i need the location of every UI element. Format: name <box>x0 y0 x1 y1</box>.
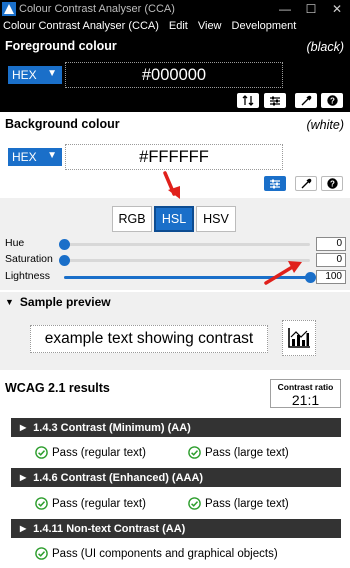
triangle-down-icon: ▼ <box>5 297 14 307</box>
swap-icon <box>242 95 254 106</box>
pass-result: Pass (large text) <box>188 497 289 510</box>
pass-label: Pass (regular text) <box>52 446 146 459</box>
check-circle-icon <box>35 446 48 459</box>
pass-result: Pass (large text) <box>188 446 289 459</box>
hue-label: Hue <box>5 237 25 249</box>
sample-preview-toggle[interactable]: ▼ Sample preview <box>0 292 350 312</box>
menu-bar: Colour Contrast Analyser (CCA) Edit View… <box>0 18 350 34</box>
pass-label: Pass (regular text) <box>52 497 146 510</box>
hue-slider-thumb[interactable] <box>59 239 70 250</box>
background-hex-input[interactable]: #FFFFFF <box>65 144 283 170</box>
triangle-right-icon: ▶ <box>20 524 27 533</box>
pass-result: Pass (UI components and graphical object… <box>35 547 278 560</box>
eyedropper-icon <box>301 178 311 189</box>
wcag-results-heading: WCAG 2.1 results <box>5 381 110 395</box>
lightness-slider-fill <box>64 276 310 279</box>
tab-rgb[interactable]: RGB <box>112 206 152 232</box>
contrast-ratio-box: Contrast ratio 21:1 <box>270 379 341 408</box>
saturation-slider[interactable] <box>59 255 310 266</box>
check-circle-icon <box>188 497 201 510</box>
help-icon: ? <box>326 178 338 189</box>
eyedropper-icon <box>301 95 311 106</box>
saturation-label: Saturation <box>5 253 53 265</box>
foreground-format-value: HEX <box>12 68 37 82</box>
background-panel: Background colour (white) HEX ▼ #FFFFFF … <box>0 112 350 198</box>
sample-preview-heading: Sample preview <box>19 295 111 309</box>
foreground-eyedropper-button[interactable] <box>295 93 317 108</box>
background-help-button[interactable]: ? <box>321 176 343 191</box>
criterion-title: 1.4.3 Contrast (Minimum) (AA) <box>33 421 191 434</box>
foreground-panel: Foreground colour (black) HEX ▼ #000000 … <box>0 34 350 112</box>
saturation-slider-row: Saturation 0 <box>0 253 350 267</box>
check-circle-icon <box>35 497 48 510</box>
menu-item-view[interactable]: View <box>194 20 228 32</box>
tab-hsv[interactable]: HSV <box>196 206 236 232</box>
lightness-input[interactable]: 100 <box>316 270 346 284</box>
window-title: Colour Contrast Analyser (CCA) <box>19 3 175 15</box>
bar-chart-icon <box>288 328 310 348</box>
menu-item-edit[interactable]: Edit <box>165 20 194 32</box>
close-button[interactable]: ✕ <box>324 0 350 18</box>
maximize-button[interactable]: ☐ <box>298 0 324 18</box>
saturation-slider-thumb[interactable] <box>59 255 70 266</box>
background-colour-name: (white) <box>306 118 344 132</box>
help-icon: ? <box>326 95 338 106</box>
tab-hsl[interactable]: HSL <box>154 206 194 232</box>
colour-model-tabs: RGB HSL HSV <box>112 206 236 232</box>
title-bar: Colour Contrast Analyser (CCA) — ☐ ✕ <box>0 0 350 18</box>
hue-slider-row: Hue 0 <box>0 237 350 251</box>
criterion-title: 1.4.11 Non-text Contrast (AA) <box>33 522 186 535</box>
pass-result: Pass (regular text) <box>35 446 146 459</box>
minimize-button[interactable]: — <box>272 0 298 18</box>
app-icon <box>2 2 16 16</box>
swap-colours-button[interactable] <box>237 93 259 108</box>
foreground-colour-name: (black) <box>306 40 344 54</box>
check-circle-icon <box>35 547 48 560</box>
contrast-ratio-value: 21:1 <box>291 392 320 408</box>
pass-label: Pass (large text) <box>205 446 289 459</box>
sample-preview-panel: example text showing contrast <box>0 312 350 370</box>
foreground-help-button[interactable]: ? <box>321 93 343 108</box>
lightness-label: Lightness <box>5 270 50 282</box>
background-sliders-button[interactable] <box>264 176 286 191</box>
svg-text:?: ? <box>330 180 335 189</box>
sliders-icon <box>270 179 280 188</box>
foreground-format-select[interactable]: HEX ▼ <box>8 66 62 84</box>
menu-item-app[interactable]: Colour Contrast Analyser (CCA) <box>0 20 165 32</box>
contrast-ratio-label: Contrast ratio <box>277 382 334 392</box>
background-format-value: HEX <box>12 150 37 164</box>
chart-preview <box>282 320 316 356</box>
background-format-select[interactable]: HEX ▼ <box>8 148 62 166</box>
criterion-1-4-11-toggle[interactable]: ▶ 1.4.11 Non-text Contrast (AA) <box>11 519 341 538</box>
check-circle-icon <box>188 446 201 459</box>
chevron-down-icon: ▼ <box>47 150 57 161</box>
triangle-right-icon: ▶ <box>20 473 27 482</box>
hue-input[interactable]: 0 <box>316 237 346 251</box>
lightness-slider[interactable] <box>64 272 316 283</box>
colour-sliders-panel: RGB HSL HSV Hue 0 Saturation 0 Lightness… <box>0 198 350 290</box>
criterion-1-4-3-toggle[interactable]: ▶ 1.4.3 Contrast (Minimum) (AA) <box>11 418 341 437</box>
background-label: Background colour <box>5 117 120 131</box>
svg-text:?: ? <box>330 97 335 106</box>
foreground-hex-input[interactable]: #000000 <box>65 62 283 88</box>
sliders-icon <box>270 96 280 105</box>
menu-item-development[interactable]: Development <box>228 20 303 32</box>
background-eyedropper-button[interactable] <box>295 176 317 191</box>
triangle-right-icon: ▶ <box>20 423 27 432</box>
lightness-slider-thumb[interactable] <box>305 272 316 283</box>
criterion-title: 1.4.6 Contrast (Enhanced) (AAA) <box>33 471 204 484</box>
pass-label: Pass (large text) <box>205 497 289 510</box>
pass-label: Pass (UI components and graphical object… <box>52 547 278 560</box>
chevron-down-icon: ▼ <box>47 68 57 79</box>
sample-text: example text showing contrast <box>30 325 268 353</box>
foreground-sliders-button[interactable] <box>264 93 286 108</box>
criterion-1-4-6-toggle[interactable]: ▶ 1.4.6 Contrast (Enhanced) (AAA) <box>11 468 341 487</box>
saturation-input[interactable]: 0 <box>316 253 346 267</box>
foreground-label: Foreground colour <box>5 39 117 53</box>
hue-slider[interactable] <box>59 239 310 250</box>
lightness-slider-row: Lightness 100 <box>0 270 350 284</box>
pass-result: Pass (regular text) <box>35 497 146 510</box>
